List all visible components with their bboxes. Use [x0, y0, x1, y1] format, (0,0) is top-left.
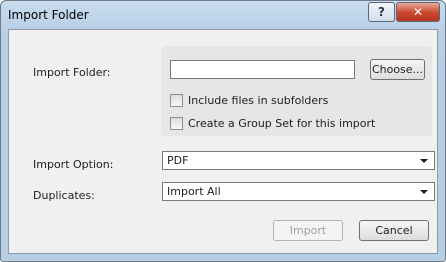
chevron-down-icon: [420, 158, 428, 163]
cancel-button[interactable]: Cancel: [359, 220, 429, 241]
import-folder-input[interactable]: [170, 60, 355, 79]
help-icon: ?: [378, 5, 385, 19]
include-subfolders-label: Include files in subfolders: [188, 94, 329, 107]
include-subfolders-checkbox[interactable]: Include files in subfolders: [170, 94, 328, 107]
dialog-body: Import Folder: Choose... Include files i…: [8, 29, 438, 254]
duplicates-select[interactable]: Import All: [162, 182, 435, 201]
choose-button[interactable]: Choose...: [370, 59, 425, 80]
dialog-title: Import Folder: [8, 8, 89, 22]
import-button[interactable]: Import: [273, 220, 343, 241]
import-option-select[interactable]: PDF: [162, 151, 435, 170]
create-group-set-checkbox[interactable]: Create a Group Set for this import: [170, 117, 375, 130]
checkbox-box[interactable]: [170, 117, 183, 130]
create-group-set-label: Create a Group Set for this import: [188, 117, 376, 130]
import-folder-label: Import Folder:: [33, 66, 111, 79]
close-icon: ✕: [412, 5, 424, 19]
duplicates-label: Duplicates:: [33, 189, 95, 202]
chevron-down-icon: [420, 189, 428, 194]
import-option-label: Import Option:: [33, 158, 114, 171]
close-button[interactable]: ✕: [396, 2, 440, 22]
help-button[interactable]: ?: [368, 2, 395, 22]
duplicates-value: Import All: [167, 185, 221, 198]
import-option-value: PDF: [167, 154, 189, 167]
import-folder-dialog: Import Folder ? ✕ Import Folder: Choose.…: [0, 0, 446, 262]
checkbox-box[interactable]: [170, 94, 183, 107]
